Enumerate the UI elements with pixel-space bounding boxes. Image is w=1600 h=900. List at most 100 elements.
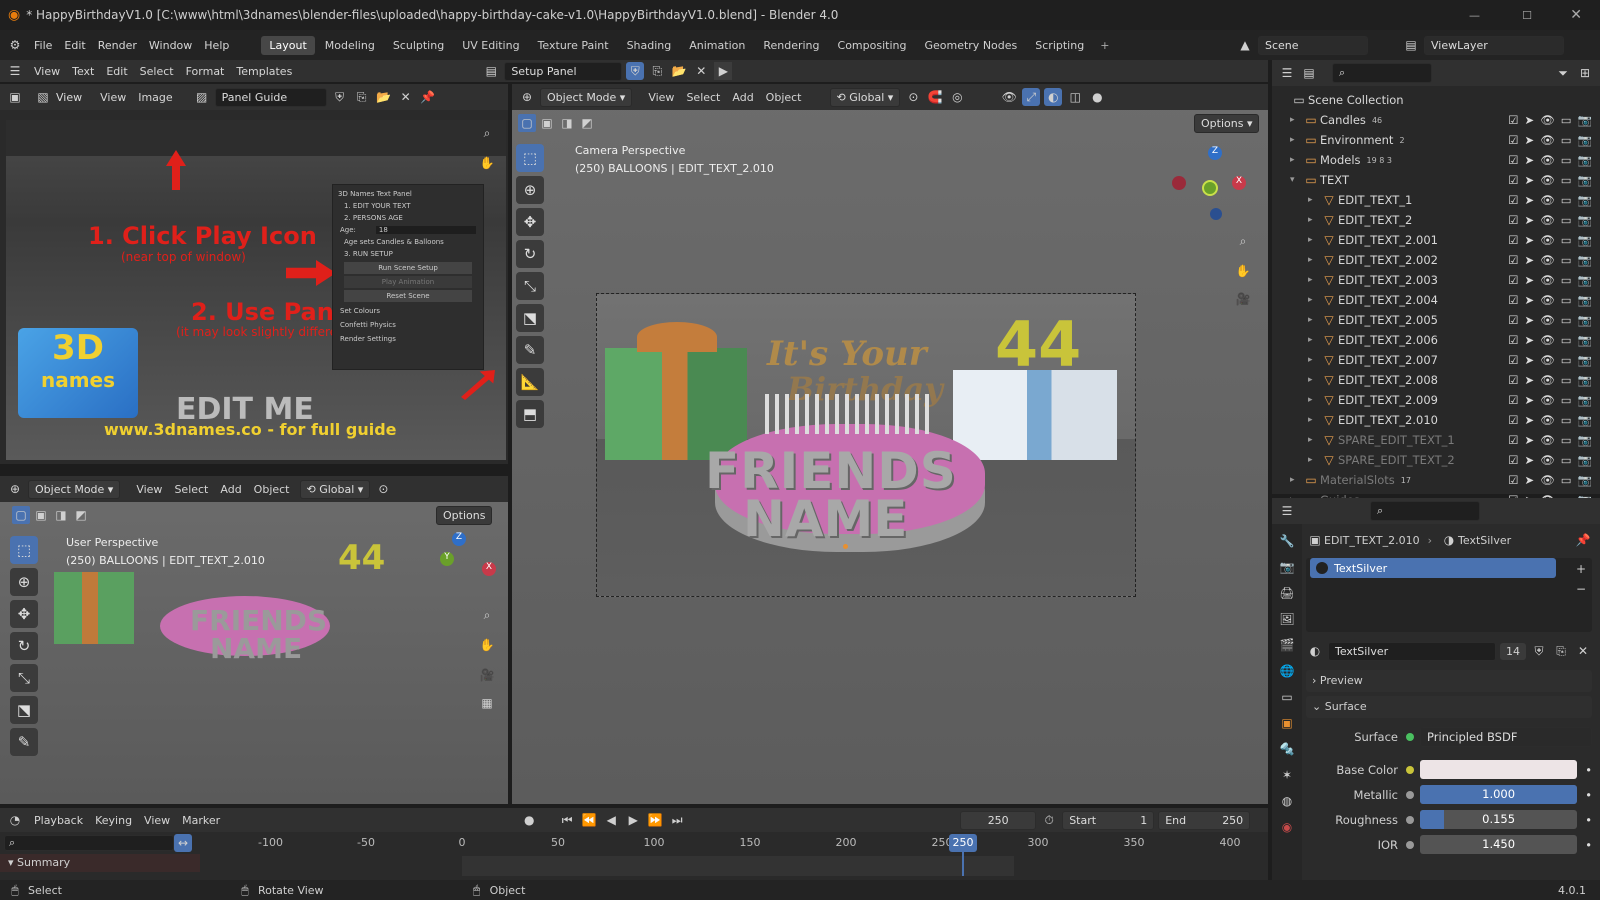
main-gizmo-neg-z[interactable] [1210,208,1222,220]
eye-icon[interactable]: 👁 [1540,373,1555,387]
viewport-disable-icon[interactable]: ▭ [1561,333,1572,347]
add-slot-icon[interactable]: + [1572,560,1590,578]
viewport-disable-icon[interactable]: ▭ [1561,373,1572,387]
main-move-tool-icon[interactable]: ✥ [516,208,544,236]
keyframe-dot-icon[interactable]: • [1585,763,1592,777]
main-camera-icon[interactable]: 🎥 [1234,290,1252,308]
viewport-disable-icon[interactable]: ▭ [1561,153,1572,167]
material-slot-item[interactable]: TextSilver [1310,558,1556,578]
viewport-editor-type-icon[interactable]: ⊕ [6,480,24,498]
object-tab-icon[interactable]: ▣ [1278,714,1296,732]
gizmo-toggle-icon[interactable]: ⤢ [1022,88,1041,106]
expand-arrow-icon[interactable]: ▸ [1308,435,1320,445]
workspace-tab-texture-paint[interactable]: Texture Paint [530,36,617,55]
text-menu-select[interactable]: Select [134,63,180,80]
select-mode-extend-icon[interactable]: ▣ [32,506,50,524]
pin-icon[interactable]: 📌 [419,88,437,106]
text-menu-templates[interactable]: Templates [230,63,298,80]
viewport-disable-icon[interactable]: ▭ [1561,113,1572,127]
pivot-icon[interactable]: ⊙ [904,88,922,106]
checkbox-icon[interactable]: ☑ [1508,313,1518,327]
socket-dot-icon[interactable] [1406,790,1414,799]
prev-keyframe-icon[interactable]: ⏪ [580,811,598,829]
small-vp-menu-view[interactable]: View [130,481,168,498]
main-vp-menu-object[interactable]: Object [760,89,808,106]
selectable-icon[interactable]: ➤ [1525,253,1535,267]
unlink-material-icon[interactable]: ✕ [1574,642,1592,660]
workspace-tab-scripting[interactable]: Scripting [1027,36,1092,55]
main-select-box-tool-icon[interactable]: ⬚ [516,144,544,172]
next-keyframe-icon[interactable]: ⏩ [646,811,664,829]
expand-arrow-icon[interactable]: ▸ [1308,235,1320,245]
selectable-icon[interactable]: ➤ [1525,153,1535,167]
record-icon[interactable]: ● [520,811,538,829]
expand-arrow-icon[interactable]: ▸ [1308,375,1320,385]
add-workspace-icon[interactable]: + [1100,39,1109,52]
prop-slider[interactable]: 0.155 [1420,810,1578,829]
play-reverse-icon[interactable]: ◀ [602,811,620,829]
expand-arrow-icon[interactable]: ▸ [1308,335,1320,345]
text-menu-format[interactable]: Format [180,63,231,80]
workspace-tab-rendering[interactable]: Rendering [755,36,827,55]
render-camera-icon[interactable]: 📷 [1578,273,1592,287]
eye-icon[interactable]: 👁 [1540,153,1555,167]
timeline-summary[interactable]: ▾ Summary [0,854,200,872]
render-tab-icon[interactable]: 📷 [1278,558,1296,576]
small-options-button[interactable]: Options [436,506,493,525]
selectable-icon[interactable]: ➤ [1525,193,1535,207]
outliner-row[interactable]: ▸ ▽ EDIT_TEXT_2.007 ☑ ➤ 👁 ▭ 📷 [1272,350,1600,370]
expand-arrow-icon[interactable]: ▸ [1308,295,1320,305]
expand-arrow-icon[interactable]: ▸ [1308,415,1320,425]
expand-arrow-icon[interactable]: ▸ [1308,275,1320,285]
small-3d-viewport[interactable]: ⊕ Object Mode ▾ View Select Add Object ⟲ Gl… [0,476,508,804]
particles-tab-icon[interactable]: ✶ [1278,766,1296,784]
main-select-new-icon[interactable]: ▢ [518,114,536,132]
checkbox-icon[interactable]: ☑ [1508,273,1518,287]
main-gizmo-z[interactable]: Z [1208,146,1222,160]
viewport-disable-icon[interactable]: ▭ [1561,293,1572,307]
menu-render[interactable]: Render [92,37,143,54]
eye-icon[interactable]: 👁 [1540,293,1555,307]
menu-edit[interactable]: Edit [58,37,91,54]
small-zoom-icon[interactable]: ⌕ [478,606,496,624]
main-gizmo-x[interactable]: X [1232,176,1246,190]
run-script-icon[interactable]: ▶ [714,62,733,80]
viewport-disable-icon[interactable]: ▭ [1561,453,1572,467]
timeline-editor-type-icon[interactable]: ◔ [6,811,24,829]
outliner-row[interactable]: ▸ ▽ SPARE_EDIT_TEXT_1 ☑ ➤ 👁 ▭ 📷 [1272,430,1600,450]
socket-dot-icon[interactable] [1406,765,1414,774]
unlink-image-icon[interactable]: ✕ [397,88,415,106]
zoom-icon[interactable]: ⌕ [478,124,496,142]
main-select-extend-icon[interactable]: ▣ [538,114,556,132]
checkbox-icon[interactable]: ☑ [1508,113,1518,127]
overlay-toggle-icon[interactable]: ◐ [1044,88,1063,106]
main-vp-menu-select[interactable]: Select [680,89,726,106]
eye-icon[interactable]: 👁 [1540,193,1555,207]
fake-user-icon[interactable]: ⛨ [331,88,349,106]
remove-slot-icon[interactable]: − [1572,580,1590,598]
viewport-disable-icon[interactable]: ▭ [1561,273,1572,287]
viewport-disable-icon[interactable]: ▭ [1561,473,1572,487]
checkbox-icon[interactable]: ☑ [1508,213,1518,227]
current-frame-field[interactable]: 250 [960,810,1037,830]
expand-arrow-icon[interactable]: ▾ [1290,175,1302,185]
filter-icon[interactable]: ⏷ [1554,64,1572,82]
keyframe-dot-icon[interactable]: • [1585,788,1592,802]
outliner-row[interactable]: ▸ ▭ Models 19 8 3 ☑ ➤ 👁 ▭ 📷 [1272,150,1600,170]
shading-solid-icon[interactable]: ● [1088,88,1106,106]
material-fake-user-icon[interactable]: ⛨ [1530,642,1548,660]
outliner-row[interactable]: ▾ ▭ TEXT ☑ ➤ 👁 ▭ 📷 [1272,170,1600,190]
selectable-icon[interactable]: ➤ [1525,413,1535,427]
image-editor-type-icon[interactable]: ▣ [6,88,24,106]
keyframe-dot-icon[interactable]: • [1585,813,1592,827]
render-camera-icon[interactable]: 📷 [1578,373,1592,387]
main-transform-tool-icon[interactable]: ⬔ [516,304,544,332]
render-camera-icon[interactable]: 📷 [1578,333,1592,347]
surface-shader-field[interactable]: Principled BSDF [1420,726,1592,747]
view-mode-selector[interactable]: View [56,91,82,104]
prop-slider[interactable]: 1.450 [1420,835,1578,854]
workspace-tab-uv-editing[interactable]: UV Editing [454,36,527,55]
checkbox-icon[interactable]: ☑ [1508,193,1518,207]
text-menu-view[interactable]: View [28,63,66,80]
fake-user-shield-icon[interactable]: ⛨ [626,62,645,80]
